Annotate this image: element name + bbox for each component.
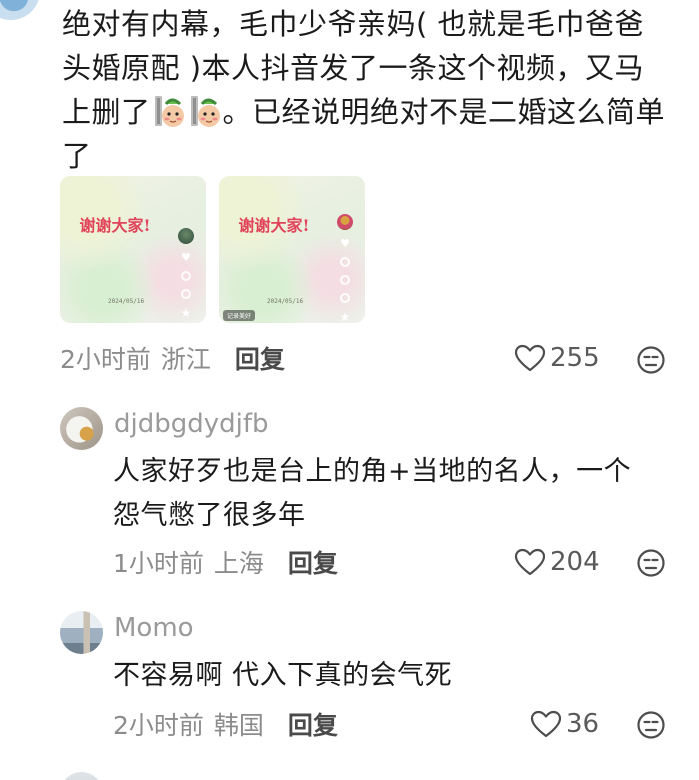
heart-icon: ♥ — [181, 251, 191, 264]
reply-text: 人家好歹也是台上的角+当地的名人，一个 怨气憋了很多年 — [113, 450, 683, 538]
main-comment-line-4: 了 — [62, 139, 92, 173]
share-icon — [340, 293, 350, 303]
video-badge: 记录美好 — [223, 310, 256, 321]
reply-avatar[interactable] — [60, 611, 103, 654]
main-comment-line-2: 头婚原配 )本人抖音发了一条这个视频，又马 — [62, 51, 645, 85]
comment-location: 浙江 — [160, 345, 211, 374]
like-count: 36 — [566, 709, 600, 739]
reply-meta: 2小时前 韩国 回复 — [113, 708, 338, 740]
reply-text-line: 人家好歹也是台上的角+当地的名人，一个 — [113, 456, 632, 487]
dislike-button[interactable] — [636, 548, 666, 578]
main-comment-line-1: 绝对有内幕，毛巾少爷亲妈( 也就是毛巾爸爸 — [62, 7, 645, 41]
main-comment-line-3: 上删了 。已经说明绝对不是二婚这么简单 — [62, 90, 687, 134]
comment-meta: 2小时前 浙江 回复 — [60, 342, 285, 374]
next-reply-avatar[interactable] — [60, 772, 103, 780]
main-comment-line-3-end: 。已经说明绝对不是二婚这么简单 — [222, 95, 666, 129]
like-count: 255 — [550, 343, 600, 373]
main-comment-line-3-start: 上删了 — [62, 95, 151, 129]
dislike-button[interactable] — [636, 345, 666, 375]
unamused-face-icon — [637, 711, 665, 739]
like-button[interactable]: 36 — [530, 709, 599, 739]
dislike-button[interactable] — [636, 710, 666, 740]
like-button[interactable]: 255 — [514, 343, 600, 373]
comment-icon — [181, 271, 191, 281]
video-author-avatar — [337, 214, 353, 230]
star-icon: ★ — [339, 310, 351, 323]
video-thumbnail-2[interactable]: 谢谢大家! ♥ ★ 2024/05/16 记录美好 — [219, 176, 365, 323]
reply-avatar[interactable] — [60, 407, 103, 450]
video-date: 2024/05/16 — [108, 298, 145, 305]
video-thumbnail-1[interactable]: 谢谢大家! ♥ ★ 2024/05/16 — [60, 176, 206, 323]
reply-button[interactable]: 回复 — [288, 706, 338, 742]
attached-videos: 谢谢大家! ♥ ★ 2024/05/16 谢谢大家! ♥ ★ 2024/05/1… — [60, 176, 365, 323]
commenter-avatar[interactable] — [0, 0, 40, 20]
comment-icon — [340, 257, 350, 267]
share-icon — [181, 289, 191, 299]
main-comment-text: 绝对有内幕，毛巾少爷亲妈( 也就是毛巾爸爸 头婚原配 )本人抖音发了一条这个视频… — [62, 2, 687, 178]
comment-time: 2小时前 — [60, 345, 151, 374]
like-button[interactable]: 204 — [514, 547, 600, 577]
video-title: 谢谢大家! — [79, 216, 151, 235]
reply-time: 2小时前 — [113, 711, 204, 740]
video-side-actions: ♥ ★ — [337, 214, 353, 323]
video-date: 2024/05/16 — [267, 298, 304, 305]
reply-username[interactable]: Momo — [114, 613, 194, 643]
heart-icon: ♥ — [340, 237, 350, 250]
reply-location: 韩国 — [213, 711, 264, 740]
star-icon: ★ — [180, 306, 192, 320]
collect-icon — [340, 275, 350, 285]
heart-outline-icon — [530, 710, 562, 738]
peeking-emoji-icon — [188, 94, 222, 128]
reply-button[interactable]: 回复 — [288, 544, 338, 580]
reply-username[interactable]: djdbgdydjfb — [114, 409, 269, 439]
heart-outline-icon — [514, 344, 546, 372]
reply-button[interactable]: 回复 — [235, 340, 285, 376]
video-title: 谢谢大家! — [238, 216, 310, 235]
unamused-face-icon — [637, 346, 665, 374]
reply-time: 1小时前 — [113, 549, 204, 578]
reply-text: 不容易啊 代入下真的会气死 — [113, 654, 683, 698]
unamused-face-icon — [637, 549, 665, 577]
reply-meta: 1小时前 上海 回复 — [113, 546, 338, 578]
video-author-avatar — [178, 228, 194, 244]
heart-outline-icon — [514, 548, 546, 576]
like-count: 204 — [550, 547, 600, 577]
video-side-actions: ♥ ★ — [178, 228, 194, 319]
reply-text-line: 不容易啊 代入下真的会气死 — [113, 660, 453, 691]
peeking-emoji-icon — [152, 94, 186, 128]
reply-location: 上海 — [213, 549, 264, 578]
reply-text-line: 怨气憋了很多年 — [113, 500, 306, 531]
comment-thread: 绝对有内幕，毛巾少爷亲妈( 也就是毛巾爸爸 头婚原配 )本人抖音发了一条这个视频… — [0, 0, 699, 780]
